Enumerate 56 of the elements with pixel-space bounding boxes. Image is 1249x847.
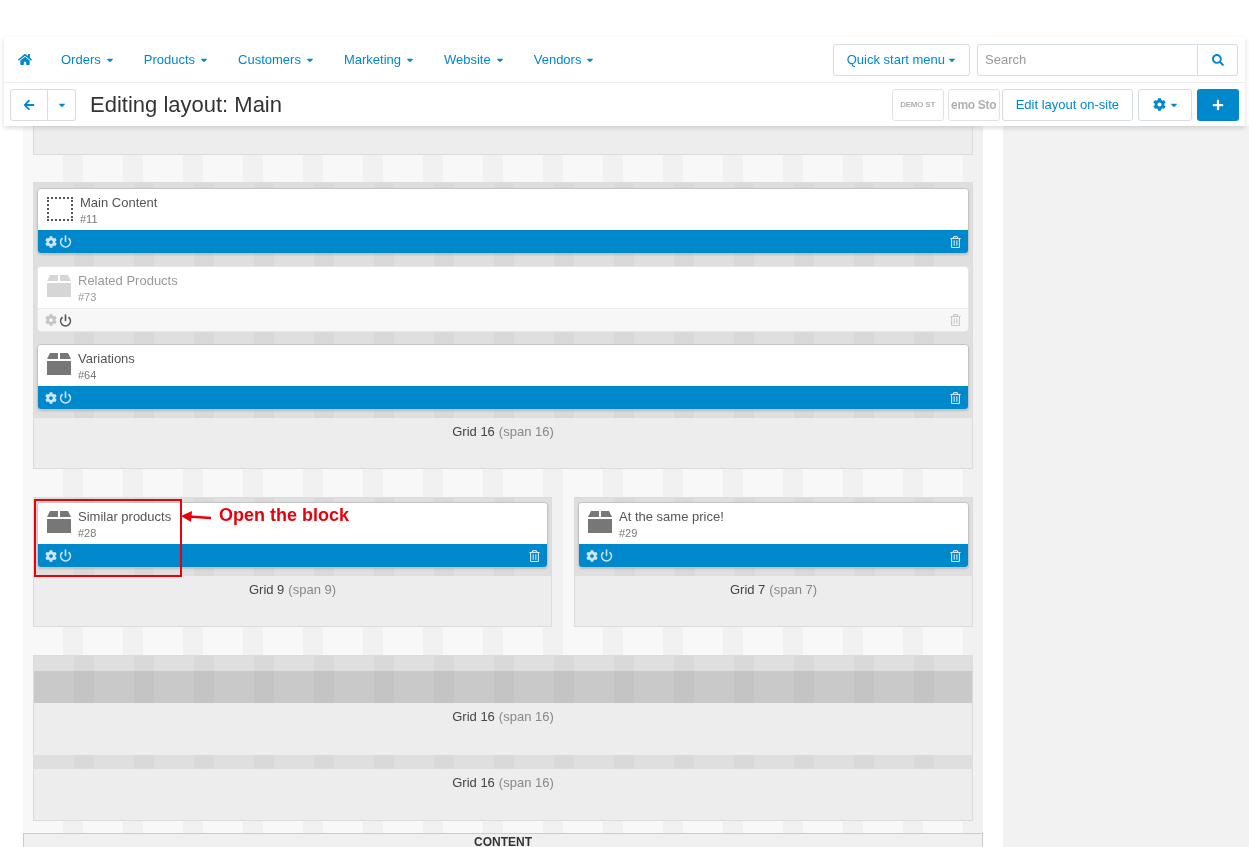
block-title: At the same price! xyxy=(619,509,724,525)
nav-menu-item[interactable]: Products xyxy=(128,49,224,70)
trash-icon[interactable] xyxy=(950,314,961,326)
settings-icon[interactable] xyxy=(45,549,57,562)
nav-menu-item[interactable]: Vendors xyxy=(518,49,610,70)
power-icon[interactable] xyxy=(59,549,72,562)
box-icon xyxy=(588,511,612,533)
trash-icon[interactable] xyxy=(529,549,540,562)
settings-button[interactable] xyxy=(1138,88,1192,121)
arrow-left-icon xyxy=(23,98,35,111)
home-icon xyxy=(18,53,32,66)
store-logo-button[interactable]: DEMO ST xyxy=(891,88,944,121)
power-icon[interactable] xyxy=(59,313,72,327)
page-title: Editing layout: Main xyxy=(90,90,282,119)
plus-icon xyxy=(1212,98,1224,111)
power-icon[interactable] xyxy=(600,549,613,562)
quick-start-button[interactable]: Quick start menu xyxy=(832,43,970,76)
nav-menu-item[interactable]: Customers xyxy=(223,49,329,70)
block-id: #29 xyxy=(619,526,639,540)
layout-block[interactable]: At the same price! #29 xyxy=(578,502,969,568)
settings-icon xyxy=(1152,98,1166,111)
search-icon xyxy=(1211,53,1224,66)
trash-icon[interactable] xyxy=(950,235,961,248)
back-button[interactable] xyxy=(10,88,48,121)
box-icon xyxy=(47,511,71,533)
power-icon[interactable] xyxy=(59,235,72,248)
edit-layout-button[interactable]: Edit layout on-site xyxy=(1001,88,1133,121)
annotation-text: Open the block xyxy=(219,504,350,526)
block-title: Similar products xyxy=(78,509,172,525)
box-icon xyxy=(47,353,71,375)
nav-menu-item[interactable]: Website xyxy=(429,49,519,70)
dotted-square-icon xyxy=(47,197,73,221)
grid-span: (span 7) xyxy=(769,582,818,599)
power-icon[interactable] xyxy=(59,391,72,404)
nav-menu-item[interactable]: Marketing xyxy=(328,49,429,70)
store-logo-button[interactable]: emo Sto xyxy=(947,88,1000,121)
grid-span: (span 16) xyxy=(498,775,554,792)
search-button[interactable] xyxy=(1198,43,1238,76)
block-id: #28 xyxy=(78,526,98,540)
trash-icon[interactable] xyxy=(950,549,961,562)
trash-icon[interactable] xyxy=(950,391,961,404)
grid-title: Grid 16 xyxy=(452,775,495,792)
grid-title: Grid 16 xyxy=(452,709,495,726)
grid-title: Grid 7 xyxy=(729,582,766,599)
settings-icon[interactable] xyxy=(45,235,57,248)
container-title: CONTENT xyxy=(474,835,532,847)
search-field[interactable]: Search xyxy=(977,43,1198,76)
box-icon xyxy=(47,275,71,297)
settings-icon[interactable] xyxy=(45,391,57,404)
settings-icon[interactable] xyxy=(586,549,598,562)
grid-title: Grid 9 xyxy=(248,582,285,599)
nav-menu-item[interactable]: Orders xyxy=(46,49,129,70)
grid-span: (span 16) xyxy=(498,709,554,726)
arrow-icon xyxy=(181,511,213,523)
grid-span: (span 9) xyxy=(288,582,337,599)
add-button[interactable] xyxy=(1197,88,1239,121)
